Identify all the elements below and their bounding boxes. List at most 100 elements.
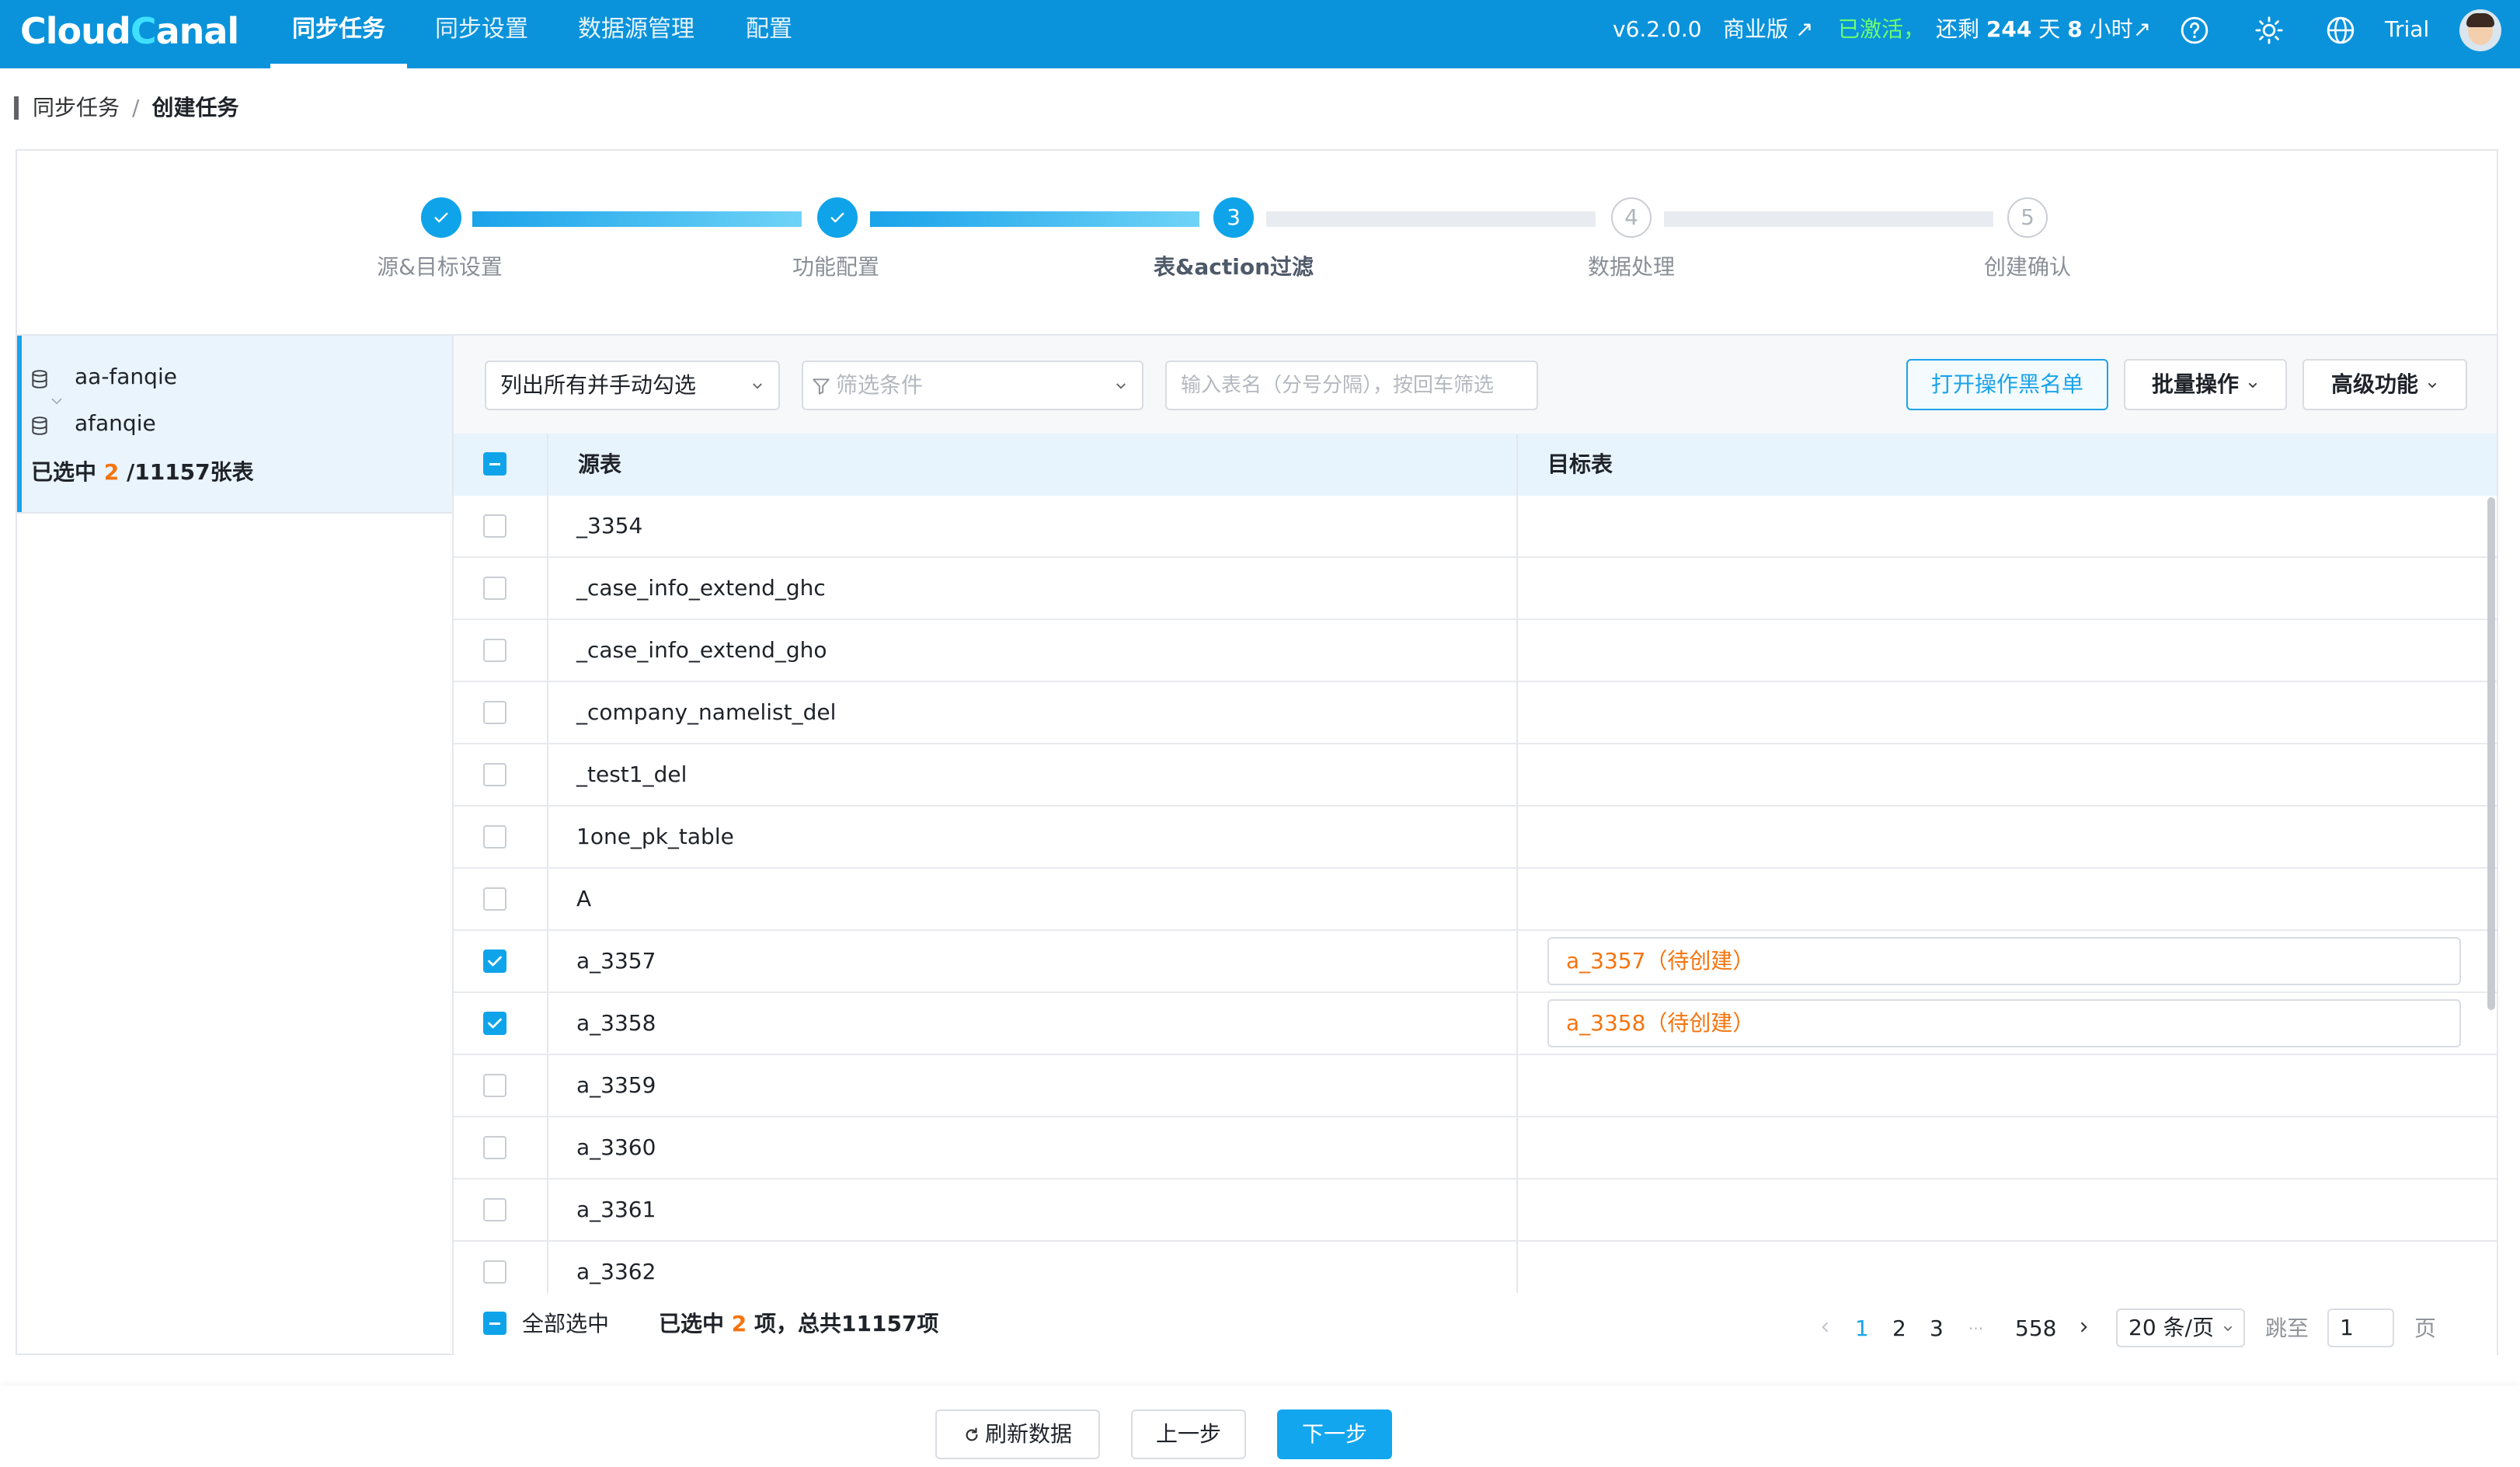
breadcrumb-sync-tasks[interactable]: 同步任务 — [33, 95, 120, 120]
theme-sun-icon[interactable] — [2254, 16, 2284, 45]
chevron-down-icon — [753, 383, 762, 389]
nav-config[interactable]: 配置 — [724, 0, 814, 68]
previous-step-button[interactable]: 上一步 — [1131, 1410, 1246, 1459]
language-globe-icon[interactable] — [2326, 16, 2355, 45]
jump-to-page-input[interactable]: 1 — [2327, 1308, 2394, 1347]
open-action-blacklist-button[interactable]: 打开操作黑名单 — [1906, 359, 2108, 410]
help-icon[interactable] — [2180, 16, 2209, 45]
chevron-down-icon — [1116, 383, 1126, 389]
table-name-filter-input[interactable]: 输入表名（分号分隔），按回车筛选 — [1165, 361, 1538, 410]
target-table-input[interactable]: a_3358（待创建） — [1547, 999, 2461, 1047]
target-table-input[interactable]: a_3357（待创建） — [1547, 937, 2461, 985]
row-checkbox-checked[interactable] — [483, 950, 506, 973]
user-avatar[interactable] — [2459, 9, 2501, 51]
source-database-icon — [32, 370, 47, 389]
chevron-down-icon — [2223, 1326, 2233, 1332]
nav-datasource-management[interactable]: 数据源管理 — [556, 0, 716, 68]
table-row[interactable]: A — [454, 869, 2497, 931]
hours-unit: 小时↗ — [2089, 16, 2152, 42]
step-2-check-icon — [817, 197, 858, 238]
footer-selected-prefix: 已选中 — [659, 1311, 725, 1336]
header-select-all-checkbox[interactable] — [483, 452, 506, 476]
row-checkbox[interactable] — [483, 1136, 506, 1159]
table-row[interactable]: _3354 — [454, 496, 2497, 558]
step-3-number: 3 — [1213, 197, 1254, 238]
refresh-data-label: 刷新数据 — [984, 1421, 1072, 1447]
license-remaining-link[interactable]: 还剩 244 天 8 小时↗ — [1936, 0, 2151, 59]
table-row[interactable]: _company_namelist_del — [454, 682, 2497, 744]
left-selected-prefix: 已选中 — [31, 459, 97, 485]
jump-to-label: 跳至 — [2265, 1315, 2309, 1341]
filter-condition-select[interactable]: 筛选条件 — [802, 361, 1143, 410]
source-table-name: 1one_pk_table — [576, 824, 734, 849]
table-mode-select[interactable]: 列出所有并手动勾选 — [485, 361, 780, 410]
filter-funnel-icon — [813, 378, 830, 395]
breadcrumb-current: 创建任务 — [151, 95, 239, 120]
step-4-label: 数据处理 — [1587, 254, 1675, 280]
table-row[interactable]: _test1_del — [454, 744, 2497, 807]
select-all-label[interactable]: 全部选中 — [522, 1293, 609, 1355]
nav-sync-tasks[interactable]: 同步任务 — [270, 0, 407, 68]
filter-condition-placeholder: 筛选条件 — [836, 372, 924, 398]
step-connector-2 — [870, 211, 1199, 227]
nav-sync-settings[interactable]: 同步设置 — [413, 0, 550, 68]
commercial-edition-link[interactable]: 商业版 ↗ — [1723, 0, 1813, 59]
step-connector-1 — [472, 211, 802, 227]
page-last[interactable]: 558 — [2015, 1313, 2056, 1344]
table-row[interactable]: a_3360 — [454, 1117, 2497, 1180]
table-row[interactable]: a_3358 a_3358（待创建） — [454, 993, 2497, 1055]
page-size-value: 20 条/页 — [2128, 1315, 2214, 1340]
table-row[interactable]: a_3359 — [454, 1055, 2497, 1117]
table-row[interactable]: _case_info_extend_ghc — [454, 558, 2497, 620]
source-table-name: a_3362 — [576, 1259, 656, 1284]
table-row[interactable]: 1one_pk_table — [454, 807, 2497, 869]
bottom-action-bar — [0, 1386, 2520, 1467]
table-row[interactable]: a_3361 — [454, 1180, 2497, 1242]
row-checkbox[interactable] — [483, 639, 506, 662]
page-2[interactable]: 2 — [1892, 1313, 1906, 1344]
page-size-select[interactable]: 20 条/页 — [2116, 1308, 2245, 1347]
left-selected-count: 已选中 2 /11157张表 — [31, 455, 254, 486]
advanced-features-button[interactable]: 高级功能 — [2302, 359, 2467, 410]
page-1[interactable]: 1 — [1855, 1313, 1869, 1344]
source-db-name: aa-fanqie — [75, 364, 177, 389]
row-checkbox[interactable] — [483, 577, 506, 600]
batch-operations-button[interactable]: 批量操作 — [2124, 359, 2287, 410]
user-name[interactable]: Trial — [2385, 0, 2429, 59]
prev-page-chevron-icon[interactable] — [1818, 1319, 1833, 1335]
source-table-name: _3354 — [576, 513, 643, 538]
next-step-button[interactable]: 下一步 — [1277, 1410, 1392, 1459]
row-checkbox[interactable] — [483, 763, 506, 786]
activated-label: 已激活， — [1838, 16, 1926, 42]
source-table-name: _case_info_extend_ghc — [576, 575, 826, 601]
step-connector-3 — [1266, 211, 1596, 227]
row-checkbox[interactable] — [483, 825, 506, 848]
page-3[interactable]: 3 — [1930, 1313, 1944, 1344]
license-status: 已激活， — [1838, 0, 1925, 59]
next-page-chevron-icon[interactable] — [2076, 1319, 2091, 1335]
mapping-arrow-down-icon — [51, 398, 62, 405]
target-db-name: afanqie — [75, 410, 156, 436]
footer-select-all-checkbox[interactable] — [483, 1312, 506, 1335]
table-row[interactable]: _case_info_extend_gho — [454, 620, 2497, 682]
row-checkbox[interactable] — [483, 514, 506, 538]
row-checkbox[interactable] — [483, 1074, 506, 1097]
row-checkbox-checked[interactable] — [483, 1012, 506, 1035]
row-checkbox[interactable] — [483, 1198, 506, 1221]
table-scrollbar[interactable] — [2487, 497, 2495, 1010]
cloudcanal-logo[interactable]: CloudCanal — [20, 8, 239, 54]
row-checkbox[interactable] — [483, 887, 506, 911]
breadcrumb: 同步任务 / 创建任务 — [33, 92, 238, 124]
table-row[interactable]: a_3357 a_3357（待创建） — [454, 931, 2497, 993]
page-ellipsis[interactable]: ··· — [1968, 1313, 1983, 1344]
column-target-table: 目标表 — [1547, 451, 1613, 477]
breadcrumb-separator: / — [132, 95, 140, 120]
source-table-name: a_3357 — [576, 948, 656, 974]
row-checkbox[interactable] — [483, 1260, 506, 1284]
table-row[interactable]: a_3362 — [454, 1242, 2497, 1293]
refresh-data-button[interactable]: 刷新数据 — [935, 1410, 1100, 1459]
source-table-name: a_3361 — [576, 1197, 656, 1222]
page-unit-label: 页 — [2414, 1315, 2437, 1341]
source-table-name: a_3359 — [576, 1072, 656, 1098]
row-checkbox[interactable] — [483, 701, 506, 724]
